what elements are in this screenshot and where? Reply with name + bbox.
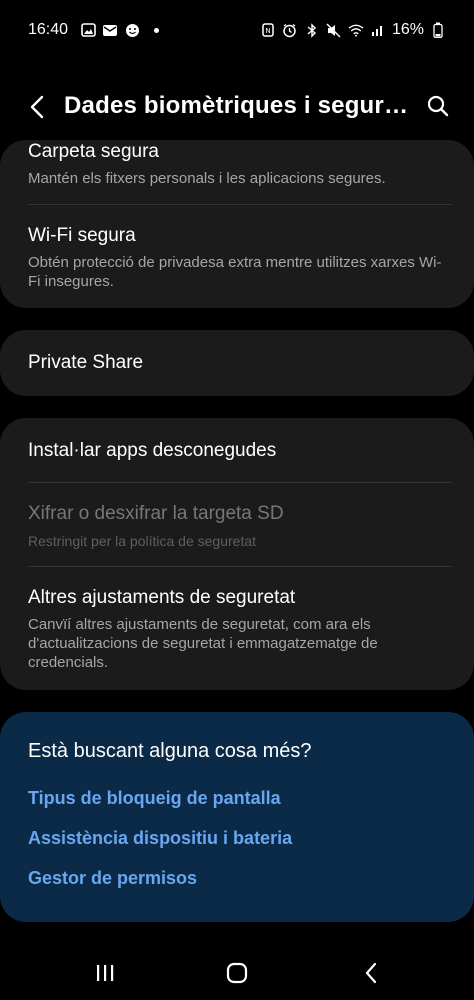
recent-apps-button[interactable] [90,958,120,988]
svg-text:N: N [265,27,270,35]
battery-percent: 16% [391,21,424,38]
divider [28,482,452,483]
smiley-icon [124,22,140,38]
private-share-item[interactable]: Private Share [28,351,448,375]
security-card-1: Carpeta segura Mantén els fitxers person… [0,140,474,308]
back-icon [365,962,377,984]
status-bar: 16:40 N 16% [0,0,474,60]
other-security-settings-item[interactable]: Altres ajustaments de seguretat Canvïí a… [28,586,448,672]
encrypt-sd-subtitle: Restringit per la política de seguretat [28,533,257,549]
chevron-left-icon [30,95,44,119]
secure-folder-title: Carpeta segura [28,141,159,162]
encrypt-sd-title: Xifrar o desxifrar la targeta SD [28,503,284,524]
search-icon [427,95,449,117]
secure-wifi-item[interactable]: Wi-Fi segura Obtén protecció de privades… [28,224,448,291]
other-security-settings-subtitle: Canvïí altres ajustaments de seguretat, … [28,616,378,671]
battery-icon [430,22,446,38]
device-care-link[interactable]: Assistència dispositiu i bateria [28,828,292,849]
security-card-2: Private Share [0,330,474,396]
bluetooth-icon [304,22,320,38]
home-button[interactable] [222,958,252,988]
suggestions-card: Està buscant alguna cosa més? Tipus de b… [0,712,474,922]
secure-wifi-title: Wi-Fi segura [28,225,136,246]
status-time: 16:40 [28,21,69,38]
app-bar: Dades biomètriques i segure… [0,80,474,136]
mail-icon [102,22,118,38]
page-title: Dades biomètriques i segure… [64,92,420,119]
search-button[interactable] [424,92,452,120]
divider [28,566,452,567]
secure-folder-subtitle: Mantén els fitxers personals i les aplic… [28,170,386,187]
other-security-settings-title: Altres ajustaments de seguretat [28,587,296,608]
suggestions-title: Està buscant alguna cosa més? [28,740,312,762]
divider [28,204,452,205]
gallery-icon [80,22,96,38]
home-icon [226,962,248,984]
mute-icon [326,22,342,38]
secure-wifi-subtitle: Obtén protecció de privadesa extra mentr… [28,254,442,290]
navigation-bar [0,944,474,1000]
screen-lock-type-link[interactable]: Tipus de bloqueig de pantalla [28,788,281,809]
signal-icon [370,22,386,38]
back-nav-button[interactable] [356,958,386,988]
install-unknown-apps-title: Instal·lar apps desconegudes [28,440,277,461]
permission-manager-link[interactable]: Gestor de permisos [28,868,197,889]
encrypt-sd-item: Xifrar o desxifrar la targeta SD Restrin… [28,502,448,551]
more-notifications-dot [154,27,160,33]
security-card-3: Instal·lar apps desconegudes Xifrar o de… [0,418,474,690]
alarm-icon [282,22,298,38]
back-button[interactable] [22,92,52,122]
nfc-icon: N [260,22,276,38]
wifi-icon [348,22,364,38]
secure-folder-item[interactable]: Carpeta segura Mantén els fitxers person… [28,140,448,188]
install-unknown-apps-item[interactable]: Instal·lar apps desconegudes [28,439,448,463]
private-share-title: Private Share [28,352,144,373]
recent-apps-icon [97,965,114,981]
